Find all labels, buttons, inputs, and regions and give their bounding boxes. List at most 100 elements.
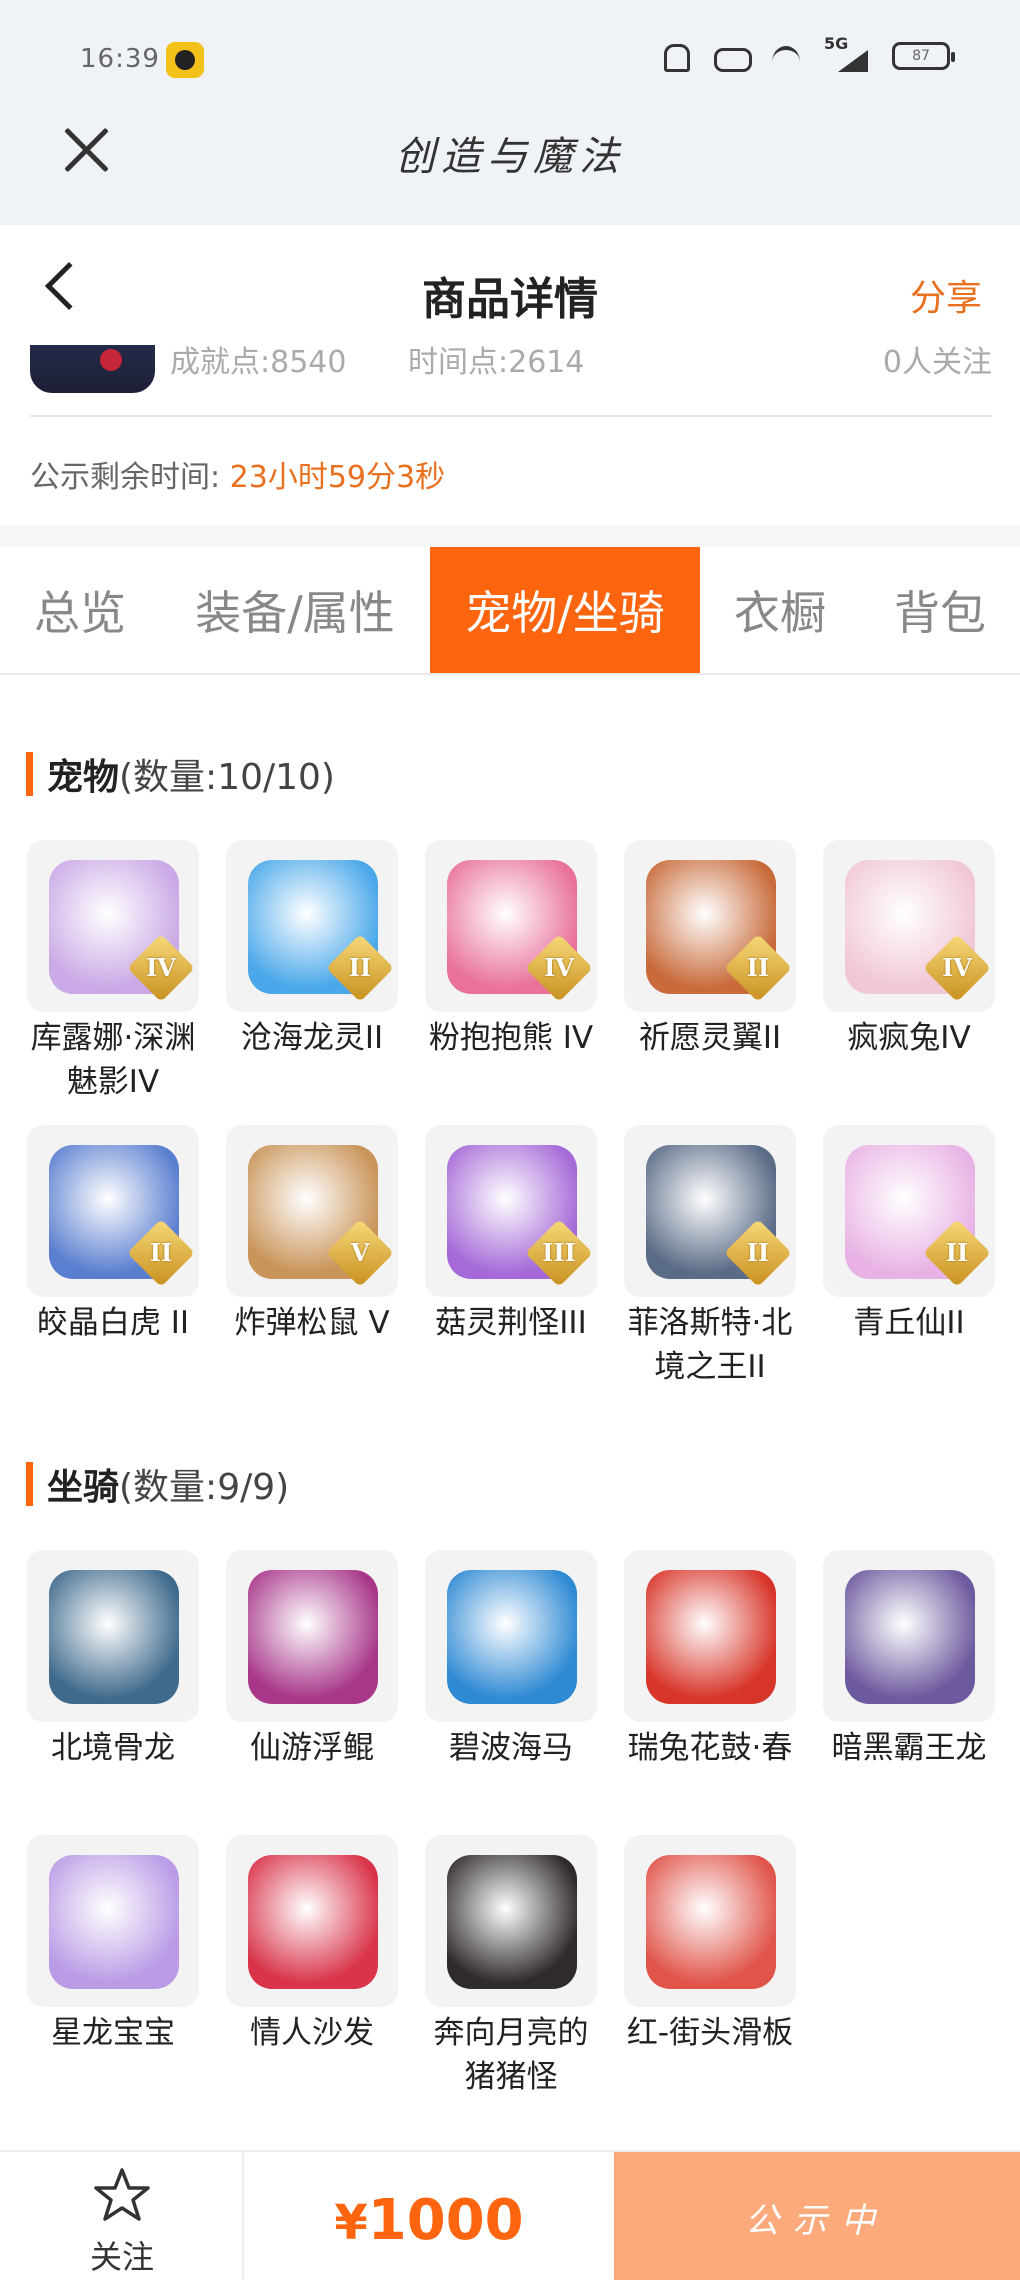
item-thumbnail: [624, 1835, 796, 2007]
mounts-section-header: 坐骑 (数量:9/9): [26, 1458, 289, 1510]
status-button[interactable]: 公示中: [614, 2152, 1020, 2280]
item-name: 奔向月亮的猪猪怪: [433, 2015, 589, 2095]
pet-item[interactable]: V 炸弹松鼠 V: [225, 1125, 399, 1345]
tab-backpack[interactable]: 背包: [860, 547, 1020, 673]
pets-title: 宠物: [47, 757, 120, 798]
item-name: 粉抱抱熊 IV: [428, 1020, 594, 1056]
signal-icon: [824, 34, 872, 72]
battery-icon: 87: [892, 42, 955, 70]
item-name: 红-街头滑板: [626, 2015, 794, 2051]
tier-badge-label: II: [348, 953, 372, 982]
tab-overview[interactable]: 总览: [0, 547, 160, 673]
bell-mute-icon: [656, 40, 692, 72]
page-title: 商品详情: [422, 274, 598, 325]
pet-item[interactable]: IV 疯疯兔IV: [822, 840, 996, 1060]
pet-item[interactable]: II 皎晶白虎 II: [26, 1125, 200, 1345]
item-name: 疯疯兔IV: [847, 1020, 971, 1056]
mount-item[interactable]: 情人沙发: [225, 1835, 399, 2055]
item-thumbnail: [27, 1835, 199, 2007]
time-points: 时间点:2614: [408, 345, 585, 380]
pet-item[interactable]: II 祈愿灵翼II: [623, 840, 797, 1060]
tab-wardrobe[interactable]: 衣橱: [700, 547, 860, 673]
item-name: 情人沙发: [250, 2015, 374, 2051]
tier-badge-label: IV: [544, 953, 574, 982]
item-thumbnail: [27, 1550, 199, 1722]
section-accent-bar: [26, 1462, 33, 1506]
mount-item[interactable]: 瑞兔花鼓·春: [623, 1550, 797, 1770]
hd-icon: [712, 40, 752, 72]
pet-item[interactable]: IV 粉抱抱熊 IV: [424, 840, 598, 1060]
tier-badge-label: IV: [942, 953, 972, 982]
price-value: 1000: [367, 2188, 524, 2253]
pet-item[interactable]: II 菲洛斯特·北境之王II: [623, 1125, 797, 1389]
item-thumbnail: II: [823, 1125, 995, 1297]
tier-badge-label: II: [746, 953, 770, 982]
user-summary-row: 成就点:8540 时间点:2614 0人关注: [0, 345, 1020, 415]
item-name: 沧海龙灵II: [240, 1020, 384, 1056]
item-thumbnail: II: [226, 840, 398, 1012]
item-name: 北境骨龙: [51, 1730, 175, 1766]
currency-symbol: ¥: [334, 2195, 368, 2251]
item-thumbnail: II: [624, 840, 796, 1012]
item-name: 库露娜·深渊魅影IV: [30, 1020, 196, 1100]
share-button[interactable]: 分享: [910, 269, 982, 321]
pet-item[interactable]: IV 库露娜·深渊魅影IV: [26, 840, 200, 1104]
follow-button[interactable]: 关注: [0, 2152, 244, 2280]
item-thumbnail: [425, 1835, 597, 2007]
pet-item[interactable]: II 沧海龙灵II: [225, 840, 399, 1060]
mount-kun-icon: [248, 1570, 378, 1704]
item-name: 祈愿灵翼II: [638, 1020, 782, 1056]
countdown-value: 23小时59分3秒: [229, 460, 446, 495]
mount-drum-icon: [646, 1570, 776, 1704]
item-name: 炸弹松鼠 V: [234, 1305, 390, 1341]
status-icons: 87: [656, 34, 955, 72]
countdown: 公示剩余时间: 23小时59分3秒: [30, 452, 445, 496]
tier-badge-label: II: [746, 1238, 770, 1267]
follow-label: 关注: [89, 2238, 154, 2276]
item-name: 暗黑霸王龙: [831, 1730, 987, 1766]
tier-badge-label: II: [945, 1238, 969, 1267]
tab-equipment[interactable]: 装备/属性: [160, 547, 430, 673]
countdown-label: 公示剩余时间:: [30, 460, 221, 495]
avatar: [30, 345, 155, 393]
mount-trex-icon: [845, 1570, 975, 1704]
tier-badge-label: II: [149, 1238, 173, 1267]
achievement-points: 成就点:8540: [170, 345, 347, 380]
item-thumbnail: III: [425, 1125, 597, 1297]
tab-pets-mounts[interactable]: 宠物/坐骑: [430, 547, 700, 673]
item-thumbnail: [226, 1835, 398, 2007]
mount-item[interactable]: 北境骨龙: [26, 1550, 200, 1770]
item-thumbnail: [624, 1550, 796, 1722]
mount-item[interactable]: 红-街头滑板: [623, 1835, 797, 2055]
follower-count: 0人关注: [882, 345, 992, 380]
app-title-bar: 创造与魔法: [0, 110, 1020, 225]
pet-item[interactable]: III 菇灵荆怪III: [424, 1125, 598, 1345]
mount-item[interactable]: 仙游浮鲲: [225, 1550, 399, 1770]
section-gap: [0, 525, 1020, 547]
pet-item[interactable]: II 青丘仙II: [822, 1125, 996, 1345]
item-name: 菲洛斯特·北境之王II: [627, 1305, 793, 1385]
item-thumbnail: IV: [27, 840, 199, 1012]
mount-skateboard-icon: [646, 1855, 776, 1989]
mount-item[interactable]: 奔向月亮的猪猪怪: [424, 1835, 598, 2099]
item-name: 瑞兔花鼓·春: [627, 1730, 793, 1766]
item-name: 皎晶白虎 II: [36, 1305, 190, 1341]
status-time: 16:39: [80, 44, 160, 74]
mount-item[interactable]: 暗黑霸王龙: [822, 1550, 996, 1770]
pets-count: (数量:10/10): [119, 757, 335, 798]
section-accent-bar: [26, 752, 33, 796]
status-bar: 16:39 87: [0, 0, 1020, 120]
price: ¥1000: [244, 2188, 614, 2253]
bottom-action-bar: 关注 ¥1000 公示中: [0, 2150, 1020, 2280]
nav-header: 商品详情 分享: [0, 225, 1020, 345]
mount-pig-icon: [447, 1855, 577, 1989]
mount-item[interactable]: 碧波海马: [424, 1550, 598, 1770]
tier-badge-label: IV: [146, 953, 176, 982]
item-thumbnail: [226, 1550, 398, 1722]
mounts-title: 坐骑: [47, 1467, 120, 1508]
mount-item[interactable]: 星龙宝宝: [26, 1835, 200, 2055]
mounts-count: (数量:9/9): [119, 1467, 290, 1508]
app-title: 创造与魔法: [395, 134, 625, 180]
tier-badge-label: III: [542, 1238, 576, 1267]
item-thumbnail: II: [27, 1125, 199, 1297]
